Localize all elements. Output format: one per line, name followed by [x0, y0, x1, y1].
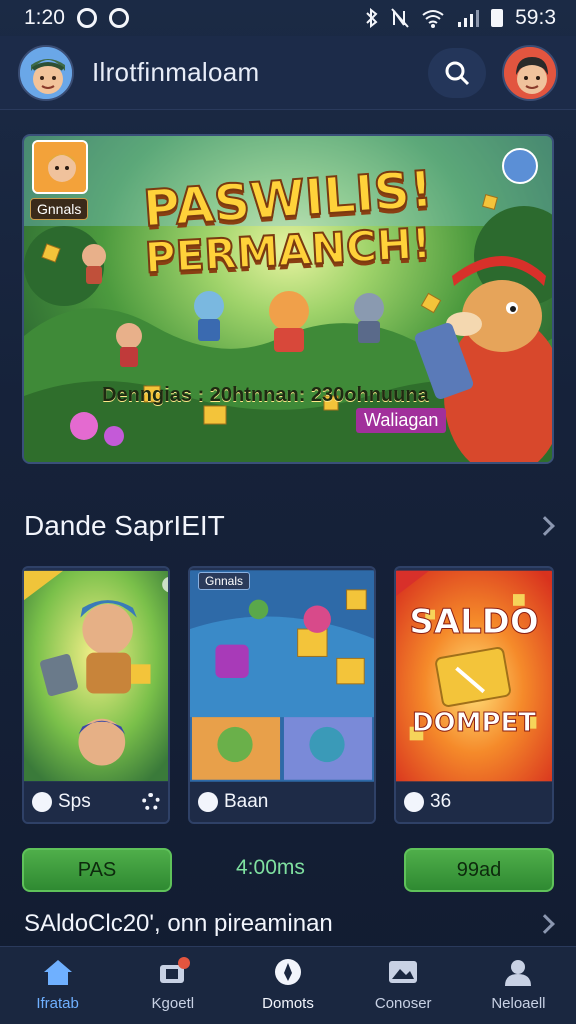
- image-icon: [389, 961, 418, 983]
- nav-label: Conoser: [374, 995, 432, 1012]
- game-card[interactable]: SALDO DOMPET 36: [394, 566, 554, 824]
- notification-icon: [76, 8, 97, 28]
- hero-badge: Waliagan: [356, 408, 447, 433]
- nav-item-home[interactable]: Ifratab: [0, 947, 115, 1024]
- section-title: Dande SaprIEIT: [24, 510, 225, 541]
- hero-banner[interactable]: Gnnals PASWILIS! PERMANCH! Denngias : 20…: [22, 134, 554, 464]
- card-art: [190, 570, 374, 782]
- nav-item-explore[interactable]: Domots: [230, 947, 345, 1024]
- section-header[interactable]: Dande SaprIEIT: [24, 506, 555, 546]
- nav-item-shop[interactable]: Kgoetl: [115, 947, 230, 1024]
- chevron-right-icon[interactable]: [535, 516, 555, 536]
- chevron-right-icon[interactable]: [535, 914, 555, 934]
- app-notification-icon: [108, 8, 129, 28]
- app-title: Ilrotfinmaloam: [92, 57, 260, 87]
- status-battery-text: 59:3: [515, 6, 556, 29]
- card-label: Sps: [58, 791, 91, 812]
- left-action-button[interactable]: PAS: [22, 848, 172, 892]
- search-icon: [445, 61, 470, 85]
- card-label: 36: [430, 791, 452, 812]
- card-art: [396, 570, 552, 782]
- bluetooth-icon: [366, 8, 378, 28]
- profile-icon: [505, 960, 532, 986]
- gear-icon[interactable]: [142, 793, 160, 811]
- profile-avatar[interactable]: [502, 44, 558, 101]
- nav-label: Ifratab: [36, 995, 79, 1012]
- nav-label: Neloaell: [491, 995, 546, 1012]
- game-card[interactable]: Sps: [22, 566, 170, 824]
- status-bar: 1:20 59:3: [0, 0, 576, 36]
- home-icon: [43, 960, 72, 985]
- compass-icon: [275, 959, 301, 985]
- wifi-icon: [422, 10, 444, 28]
- card-title-line2: DOMPET: [411, 708, 537, 739]
- timer-text: 4:00ms: [236, 856, 305, 879]
- nav-item-profile[interactable]: Neloaell: [461, 947, 576, 1024]
- nav-item-gallery[interactable]: Conoser: [346, 947, 461, 1024]
- badge-icon: [32, 792, 52, 812]
- section-title: SAldoClc20', onn pireaminan: [24, 910, 333, 937]
- battery-icon: [491, 9, 504, 27]
- card-footer: Baan: [190, 782, 374, 822]
- user-avatar[interactable]: [18, 44, 74, 101]
- card-art: [24, 570, 168, 782]
- card-badge: Gnnals: [198, 572, 251, 590]
- leaf-icon: [198, 792, 218, 812]
- card-label: Baan: [224, 791, 269, 812]
- status-time: 1:20: [24, 6, 65, 29]
- card-title-line1: SALDO: [409, 602, 540, 643]
- cart-icon: [159, 957, 190, 983]
- bottom-nav: Ifratab Kgoetl Domots Conoser Neloaell: [0, 946, 576, 1024]
- section-header[interactable]: SAldoClc20', onn pireaminan: [24, 904, 555, 944]
- card-footer: 36: [396, 782, 552, 822]
- mute-icon: [391, 8, 409, 28]
- card-footer: Sps: [24, 782, 168, 822]
- avatar-face-icon: [20, 46, 72, 99]
- signal-icon: [458, 10, 480, 27]
- app-header: Ilrotfinmaloam: [0, 36, 576, 110]
- search-button[interactable]: [428, 47, 486, 98]
- right-action-button[interactable]: 99ad: [404, 848, 554, 892]
- game-card[interactable]: Gnnals Baan: [188, 566, 376, 824]
- hero-stats: Denngias : 20htnnan: 230ohnuuna: [102, 384, 429, 406]
- nav-label: Kgoetl: [151, 995, 195, 1012]
- nav-label: Domots: [262, 995, 314, 1012]
- profile-face-icon: [504, 46, 556, 99]
- badge-icon: [404, 792, 424, 812]
